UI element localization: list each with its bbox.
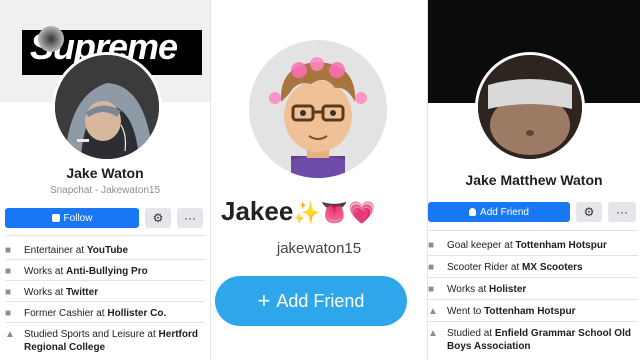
info-text: Former Cashier at Hollister Co. <box>24 308 167 319</box>
bullet-hole-graphic <box>38 26 64 52</box>
info-text: Studied at Enfield Grammar School Old Bo… <box>447 328 631 352</box>
info-link[interactable]: Anti-Bullying Pro <box>66 266 148 277</box>
more-options-button[interactable]: ··· <box>177 208 203 228</box>
briefcase-icon: ■ <box>5 245 12 256</box>
facebook-profile-panel-2: Jake Matthew Waton Add Friend ⚙ ··· ■ Go… <box>428 0 640 360</box>
info-link[interactable]: Hollister Co. <box>107 308 166 319</box>
settings-button[interactable]: ⚙ <box>145 208 171 228</box>
info-link[interactable]: YouTube <box>87 245 128 256</box>
more-options-label: ··· <box>616 205 628 219</box>
snapchat-profile-panel: Jakee✨👅💗 jakewaton15 + Add Friend <box>211 0 427 360</box>
profile-picture[interactable] <box>52 52 162 162</box>
info-text: Entertainer at YouTube <box>24 245 129 256</box>
divider <box>5 259 205 260</box>
snapchat-display-name: Jakee✨👅💗 <box>221 196 376 226</box>
info-text: Works at Holister <box>447 284 527 295</box>
briefcase-icon: ■ <box>428 262 435 273</box>
divider <box>428 277 638 278</box>
person-photo <box>478 55 582 159</box>
follow-button[interactable]: Follow <box>5 208 139 228</box>
gear-icon: ⚙ <box>152 211 164 225</box>
add-person-icon <box>469 208 477 216</box>
divider <box>5 280 205 281</box>
more-options-button[interactable]: ··· <box>608 202 636 222</box>
info-text: Went to Tottenham Hotspur <box>447 306 576 317</box>
info-link[interactable]: Twitter <box>66 287 98 298</box>
graduation-cap-icon: ▲ <box>5 329 15 340</box>
settings-button[interactable]: ⚙ <box>576 202 602 222</box>
follow-label: Follow <box>63 212 93 224</box>
divider <box>5 235 205 236</box>
info-text: Scooter Rider at MX Scooters <box>447 262 583 273</box>
info-text: Works at Twitter <box>24 287 99 298</box>
bitmoji-avatar <box>269 57 367 178</box>
briefcase-icon: ■ <box>428 240 435 251</box>
info-link[interactable]: Tottenham Hotspur <box>515 240 606 251</box>
divider <box>428 299 638 300</box>
divider <box>428 255 638 256</box>
add-friend-label: Add Friend <box>480 206 529 218</box>
gear-icon: ⚙ <box>583 205 595 219</box>
facebook-profile-panel-1: Supreme Jake Waton Snapchat - Jakewaton1… <box>0 0 210 360</box>
snapchat-username: jakewaton15 <box>276 240 362 257</box>
emoji-group: ✨👅💗 <box>293 200 376 225</box>
follow-icon <box>51 214 60 222</box>
divider <box>5 322 205 323</box>
profile-picture[interactable] <box>475 52 585 162</box>
more-options-label: ··· <box>184 211 196 225</box>
add-friend-label: Add Friend <box>276 290 365 311</box>
plus-icon: + <box>257 288 271 313</box>
info-text: Works at Anti-Bullying Pro <box>24 266 148 277</box>
add-friend-button[interactable]: Add Friend <box>428 202 570 222</box>
info-link[interactable]: Holister <box>489 284 526 295</box>
divider <box>428 230 638 231</box>
graduation-cap-icon: ▲ <box>428 306 438 317</box>
info-text: Goal keeper at Tottenham Hotspur <box>447 240 607 251</box>
briefcase-icon: ■ <box>5 287 12 298</box>
profile-subtitle: Snapchat - Jakewaton15 <box>49 185 161 196</box>
info-link[interactable]: Tottenham Hotspur <box>484 306 575 317</box>
screenshot-collage: Supreme Jake Waton Snapchat - Jakewaton1… <box>0 0 640 360</box>
briefcase-icon: ■ <box>5 266 12 277</box>
info-text: Studied Sports and Leisure at Hertford R… <box>24 329 198 353</box>
profile-name: Jake Waton <box>66 165 144 181</box>
divider <box>428 321 638 322</box>
add-friend-button[interactable]: + Add Friend <box>215 276 407 326</box>
info-link[interactable]: MX Scooters <box>522 262 583 273</box>
hooded-person-photo <box>55 55 159 159</box>
briefcase-icon: ■ <box>428 284 435 295</box>
graduation-cap-icon: ▲ <box>428 328 438 339</box>
briefcase-icon: ■ <box>5 308 12 319</box>
profile-name: Jake Matthew Waton <box>465 172 603 188</box>
divider <box>5 301 205 302</box>
